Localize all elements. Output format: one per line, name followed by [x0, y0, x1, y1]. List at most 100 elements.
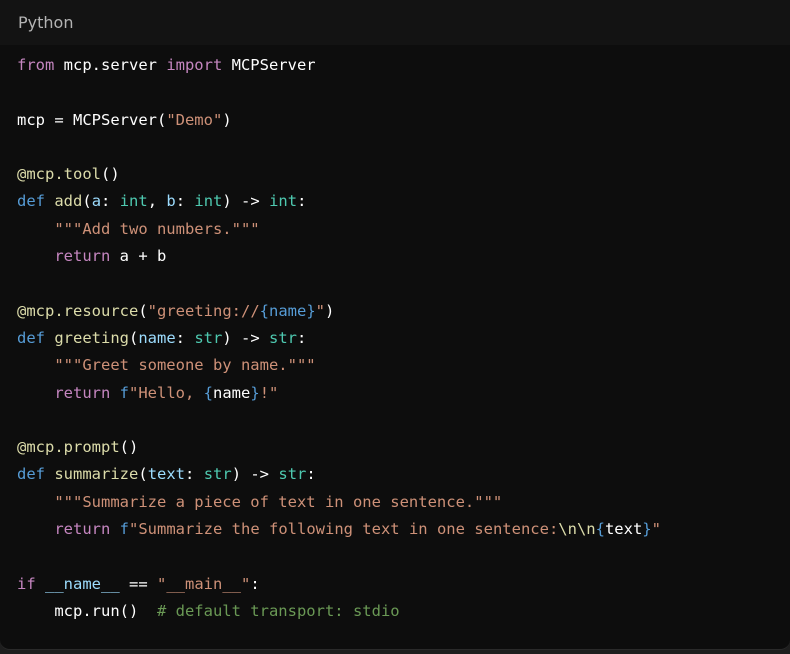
code-token: "	[651, 520, 661, 539]
code-token: add	[54, 192, 83, 211]
code-token: name	[213, 383, 251, 402]
code-token: :	[306, 465, 316, 484]
code-line: return f"Hello, {name}!"	[17, 380, 790, 407]
code-block: Python from mcp.server import MCPServer …	[0, 0, 790, 650]
code-line: @mcp.prompt()	[17, 434, 790, 461]
code-token: MCPServer	[222, 56, 316, 74]
code-token: def	[17, 465, 45, 484]
code-line: mcp.run() # default transport: stdio	[17, 598, 790, 625]
code-token: {name}	[259, 301, 316, 320]
code-token: text	[147, 465, 186, 484]
code-token: b	[166, 192, 176, 211]
code-token: # default transport: stdio	[156, 601, 400, 620]
code-line: mcp = MCPServer("Demo")	[17, 107, 790, 134]
code-token: (	[82, 192, 92, 211]
code-token: greeting	[54, 328, 129, 347]
code-token: ,	[147, 192, 167, 211]
code-line: return a + b	[17, 243, 790, 270]
code-token: int	[119, 192, 148, 211]
code-token: (	[138, 301, 148, 320]
code-line: if __name__ == "__main__":	[17, 571, 790, 598]
code-line: from mcp.server import MCPServer	[17, 52, 790, 79]
code-token: if	[17, 574, 36, 593]
code-token: @mcp.tool	[17, 165, 101, 184]
code-token: :	[175, 328, 195, 347]
code-token: str	[269, 328, 298, 347]
code-token: return	[54, 520, 111, 539]
code-token: def	[17, 328, 45, 347]
code-line: """Summarize a piece of text in one sent…	[17, 489, 790, 516]
code-token: }	[250, 383, 260, 402]
code-token: int	[194, 192, 223, 211]
code-token: str	[203, 465, 232, 484]
code-token: "__main__"	[157, 574, 251, 593]
code-token: "Demo"	[166, 110, 223, 129]
code-token: "Summarize the following text in one sen…	[129, 520, 559, 539]
code-token: from	[17, 56, 55, 74]
code-token: return	[54, 247, 111, 266]
code-token: mcp = MCPServer(	[17, 110, 167, 129]
code-token: ) ->	[222, 192, 270, 211]
code-token: \n\n	[558, 520, 596, 539]
code-token: ()	[119, 438, 139, 457]
code-token: :	[297, 328, 307, 347]
code-token: :	[297, 192, 307, 211]
code-token: (	[129, 328, 139, 347]
code-token: :	[185, 465, 204, 484]
code-token: :	[101, 192, 120, 211]
code-token: )	[222, 110, 232, 129]
code-token: import	[166, 56, 223, 74]
code-block-header: Python	[0, 0, 790, 45]
code-token: mcp.run()	[17, 601, 157, 620]
code-token: text	[604, 520, 643, 539]
code-token: "greeting://	[147, 301, 260, 320]
code-token: :	[250, 574, 260, 593]
code-token: """Greet someone by name."""	[54, 356, 316, 375]
code-line: def add(a: int, b: int) -> int:	[17, 188, 790, 215]
code-token: :	[175, 192, 195, 211]
code-line: """Greet someone by name."""	[17, 352, 790, 379]
code-token: "Hello,	[129, 383, 204, 402]
code-token: summarize	[54, 465, 139, 484]
code-token: """Summarize a piece of text in one sent…	[54, 492, 503, 511]
code-line: return f"Summarize the following text in…	[17, 516, 790, 543]
code-token: """Add two numbers."""	[54, 219, 260, 238]
code-token: return	[54, 383, 111, 402]
code-token: {	[203, 383, 214, 402]
code-token: ) ->	[222, 328, 270, 347]
code-token: mcp.server	[54, 56, 167, 74]
code-token: str	[194, 328, 223, 347]
code-body[interactable]: from mcp.server import MCPServer mcp = M…	[0, 45, 790, 625]
code-token: a	[91, 192, 102, 211]
code-token: )	[325, 301, 335, 320]
code-line: """Add two numbers."""	[17, 216, 790, 243]
code-token: }	[642, 520, 652, 539]
code-token: str	[278, 465, 307, 484]
code-token: f	[119, 520, 130, 539]
code-token: @mcp.prompt	[17, 438, 120, 457]
code-token: a + b	[110, 247, 167, 266]
code-line: @mcp.tool()	[17, 161, 790, 188]
code-line: def greeting(name: str) -> str:	[17, 325, 790, 352]
code-line: def summarize(text: str) -> str:	[17, 461, 790, 488]
code-token: {	[595, 520, 605, 539]
code-token: def	[17, 192, 45, 211]
code-token: ) ->	[231, 465, 279, 484]
language-label: Python	[18, 13, 74, 32]
